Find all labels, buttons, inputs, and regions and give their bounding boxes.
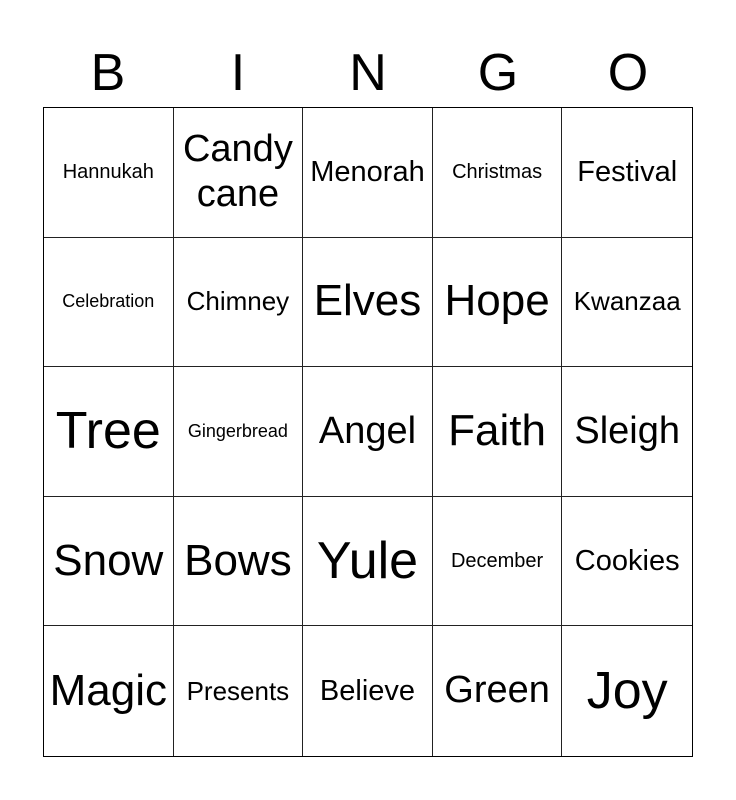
header-letter-b: B bbox=[90, 44, 126, 102]
bingo-cell[interactable]: Celebration bbox=[44, 237, 174, 368]
bingo-cell[interactable]: Christmas bbox=[432, 108, 563, 238]
bingo-cell[interactable]: Faith bbox=[432, 367, 563, 497]
bingo-cell[interactable]: Presents bbox=[174, 626, 304, 756]
bingo-cell[interactable]: Tree bbox=[44, 367, 174, 497]
bingo-cell[interactable]: Bows bbox=[173, 496, 304, 627]
bingo-cell[interactable]: Menorah bbox=[303, 108, 433, 238]
bingo-cell[interactable]: Green bbox=[433, 626, 563, 756]
bingo-cell[interactable]: Festival bbox=[562, 108, 692, 238]
header-letter-n: N bbox=[349, 44, 387, 102]
bingo-cell[interactable]: Chimney bbox=[173, 237, 304, 368]
bingo-cell[interactable]: Snow bbox=[44, 496, 174, 627]
bingo-cell[interactable]: Candy cane bbox=[173, 108, 304, 238]
bingo-cell[interactable]: Elves bbox=[303, 237, 433, 368]
bingo-card-grid: Hannukah Candy cane Menorah Christmas Fe… bbox=[43, 107, 693, 757]
bingo-cell[interactable]: Cookies bbox=[562, 497, 692, 627]
header-letter-o: O bbox=[607, 44, 649, 102]
bingo-cell[interactable]: Believe bbox=[303, 626, 433, 756]
bingo-cell[interactable]: Gingerbread bbox=[173, 367, 304, 497]
bingo-cell[interactable]: Hannukah bbox=[44, 108, 174, 238]
bingo-cell[interactable]: Sleigh bbox=[562, 367, 692, 497]
bingo-cell[interactable]: Hope bbox=[432, 237, 563, 368]
bingo-cell[interactable]: Yule bbox=[303, 496, 433, 627]
bingo-cell[interactable]: Angel bbox=[303, 367, 433, 497]
bingo-header: B I N G O bbox=[43, 40, 693, 106]
bingo-cell[interactable]: Kwanzaa bbox=[562, 238, 692, 368]
bingo-cell[interactable]: Magic bbox=[44, 626, 174, 756]
header-letter-g: G bbox=[477, 44, 519, 102]
bingo-cell[interactable]: December bbox=[432, 496, 563, 627]
bingo-cell[interactable]: Joy bbox=[562, 626, 692, 756]
header-letter-i: I bbox=[230, 44, 246, 102]
